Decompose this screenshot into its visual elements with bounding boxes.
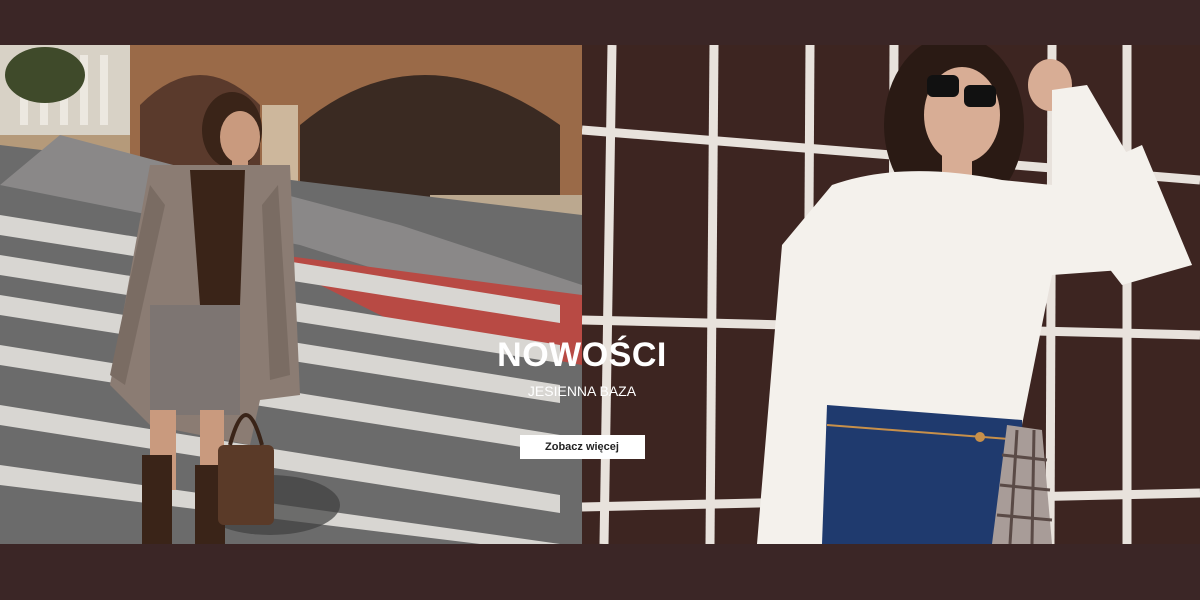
hero-banner[interactable]: NOWOŚCI JESIENNA BAZA Zobacz więcej [0,45,1200,544]
hero-overlay: NOWOŚCI JESIENNA BAZA Zobacz więcej [482,335,682,459]
tiled-wall-illustration [582,45,1200,544]
hero-subheadline: JESIENNA BAZA [527,383,637,399]
page: NOWOŚCI JESIENNA BAZA Zobacz więcej [0,0,1200,600]
hero-image-right [582,45,1200,544]
see-more-button[interactable]: Zobacz więcej [519,435,645,459]
hero-headline: NOWOŚCI [497,336,667,374]
hero-image-left [0,45,582,544]
street-scene-illustration [0,45,582,544]
